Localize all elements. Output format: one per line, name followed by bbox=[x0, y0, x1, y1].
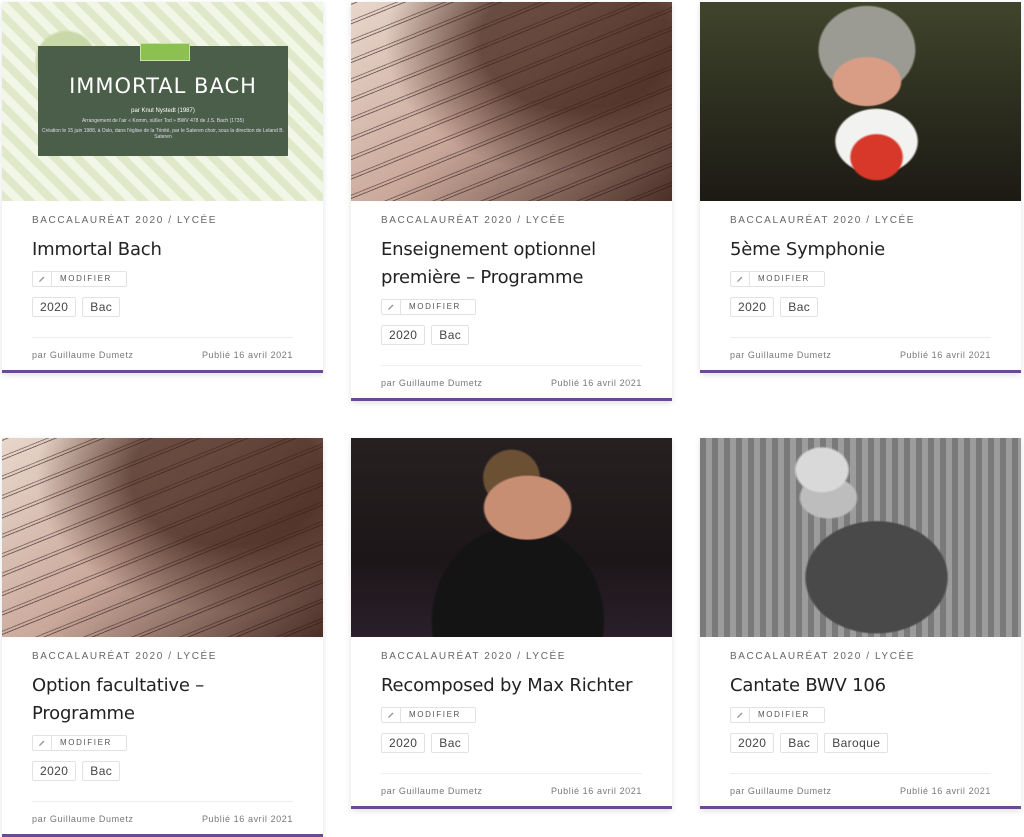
tag[interactable]: Bac bbox=[82, 761, 121, 781]
post-thumbnail[interactable] bbox=[700, 2, 1021, 201]
post-title[interactable]: Cantate BWV 106 bbox=[730, 672, 991, 700]
post-thumbnail[interactable]: IMMORTAL BACH par Knut Nystedt (1987) Ar… bbox=[2, 2, 323, 201]
post-card: BACCALAURÉAT 2020 / LYCÉE Option faculta… bbox=[2, 438, 323, 837]
poster-line1: par Knut Nystedt (1987) bbox=[131, 108, 195, 114]
post-category[interactable]: BACCALAURÉAT 2020 / LYCÉE bbox=[381, 651, 642, 662]
post-card: BACCALAURÉAT 2020 / LYCÉE Cantate BWV 10… bbox=[700, 438, 1021, 809]
pencil-icon bbox=[33, 272, 52, 286]
tag[interactable]: Bac bbox=[82, 297, 121, 317]
post-title[interactable]: Immortal Bach bbox=[32, 236, 293, 264]
edit-button[interactable]: MODIFIER bbox=[381, 299, 476, 315]
tag[interactable]: Bac bbox=[780, 733, 819, 753]
edit-label: MODIFIER bbox=[758, 710, 810, 719]
post-category[interactable]: BACCALAURÉAT 2020 / LYCÉE bbox=[730, 215, 991, 226]
post-title[interactable]: Enseignement optionnel première – Progra… bbox=[381, 236, 642, 292]
tag[interactable]: 2020 bbox=[32, 297, 77, 317]
tag[interactable]: 2020 bbox=[32, 761, 77, 781]
tag[interactable]: Bac bbox=[431, 733, 470, 753]
poster-title: IMMORTAL BACH bbox=[69, 74, 257, 98]
tag[interactable]: Baroque bbox=[824, 733, 889, 753]
edit-label: MODIFIER bbox=[409, 710, 461, 719]
post-title[interactable]: Recomposed by Max Richter bbox=[381, 672, 642, 700]
post-author[interactable]: par Guillaume Dumetz bbox=[381, 786, 483, 796]
post-date: Publié 16 avril 2021 bbox=[899, 786, 991, 796]
poster-line3: Création le 15 juin 1988, à Oslo, dans l… bbox=[42, 128, 284, 140]
post-date: Publié 16 avril 2021 bbox=[899, 350, 991, 360]
edit-label: MODIFIER bbox=[758, 274, 810, 283]
tag[interactable]: 2020 bbox=[730, 733, 775, 753]
edit-button[interactable]: MODIFIER bbox=[730, 707, 825, 723]
post-author[interactable]: par Guillaume Dumetz bbox=[32, 350, 134, 360]
post-thumbnail[interactable] bbox=[700, 438, 1021, 637]
post-title[interactable]: Option facultative – Programme bbox=[32, 672, 293, 728]
poster-line2: Arrangement de l'air « Komm, süßer Tod »… bbox=[81, 118, 245, 124]
post-author[interactable]: par Guillaume Dumetz bbox=[730, 786, 832, 796]
post-card: BACCALAURÉAT 2020 / LYCÉE Recomposed by … bbox=[351, 438, 672, 809]
edit-button[interactable]: MODIFIER bbox=[381, 707, 476, 723]
post-thumbnail[interactable] bbox=[351, 438, 672, 637]
post-category[interactable]: BACCALAURÉAT 2020 / LYCÉE bbox=[32, 215, 293, 226]
tag[interactable]: 2020 bbox=[730, 297, 775, 317]
post-date: Publié 16 avril 2021 bbox=[550, 786, 642, 796]
pencil-icon bbox=[33, 736, 52, 750]
pencil-icon bbox=[731, 272, 750, 286]
pencil-icon bbox=[382, 708, 401, 722]
post-author[interactable]: par Guillaume Dumetz bbox=[32, 814, 134, 824]
post-category[interactable]: BACCALAURÉAT 2020 / LYCÉE bbox=[32, 651, 293, 662]
edit-label: MODIFIER bbox=[60, 738, 112, 747]
edit-label: MODIFIER bbox=[409, 302, 461, 311]
post-category[interactable]: BACCALAURÉAT 2020 / LYCÉE bbox=[730, 651, 991, 662]
post-card: BACCALAURÉAT 2020 / LYCÉE Enseignement o… bbox=[351, 2, 672, 401]
edit-button[interactable]: MODIFIER bbox=[32, 271, 127, 287]
poster: IMMORTAL BACH par Knut Nystedt (1987) Ar… bbox=[38, 43, 288, 156]
poster-tab bbox=[140, 43, 190, 61]
post-author[interactable]: par Guillaume Dumetz bbox=[730, 350, 832, 360]
post-card: BACCALAURÉAT 2020 / LYCÉE 5ème Symphonie… bbox=[700, 2, 1021, 373]
post-category[interactable]: BACCALAURÉAT 2020 / LYCÉE bbox=[381, 215, 642, 226]
edit-label: MODIFIER bbox=[60, 274, 112, 283]
post-date: Publié 16 avril 2021 bbox=[201, 350, 293, 360]
tag[interactable]: Bac bbox=[780, 297, 819, 317]
post-thumbnail[interactable] bbox=[2, 438, 323, 637]
pencil-icon bbox=[382, 300, 401, 314]
pencil-icon bbox=[731, 708, 750, 722]
post-author[interactable]: par Guillaume Dumetz bbox=[381, 378, 483, 388]
tag[interactable]: 2020 bbox=[381, 733, 426, 753]
tag[interactable]: Bac bbox=[431, 325, 470, 345]
edit-button[interactable]: MODIFIER bbox=[730, 271, 825, 287]
post-card: IMMORTAL BACH par Knut Nystedt (1987) Ar… bbox=[2, 2, 323, 373]
post-date: Publié 16 avril 2021 bbox=[201, 814, 293, 824]
post-thumbnail[interactable] bbox=[351, 2, 672, 201]
edit-button[interactable]: MODIFIER bbox=[32, 735, 127, 751]
post-title[interactable]: 5ème Symphonie bbox=[730, 236, 991, 264]
post-date: Publié 16 avril 2021 bbox=[550, 378, 642, 388]
tag[interactable]: 2020 bbox=[381, 325, 426, 345]
